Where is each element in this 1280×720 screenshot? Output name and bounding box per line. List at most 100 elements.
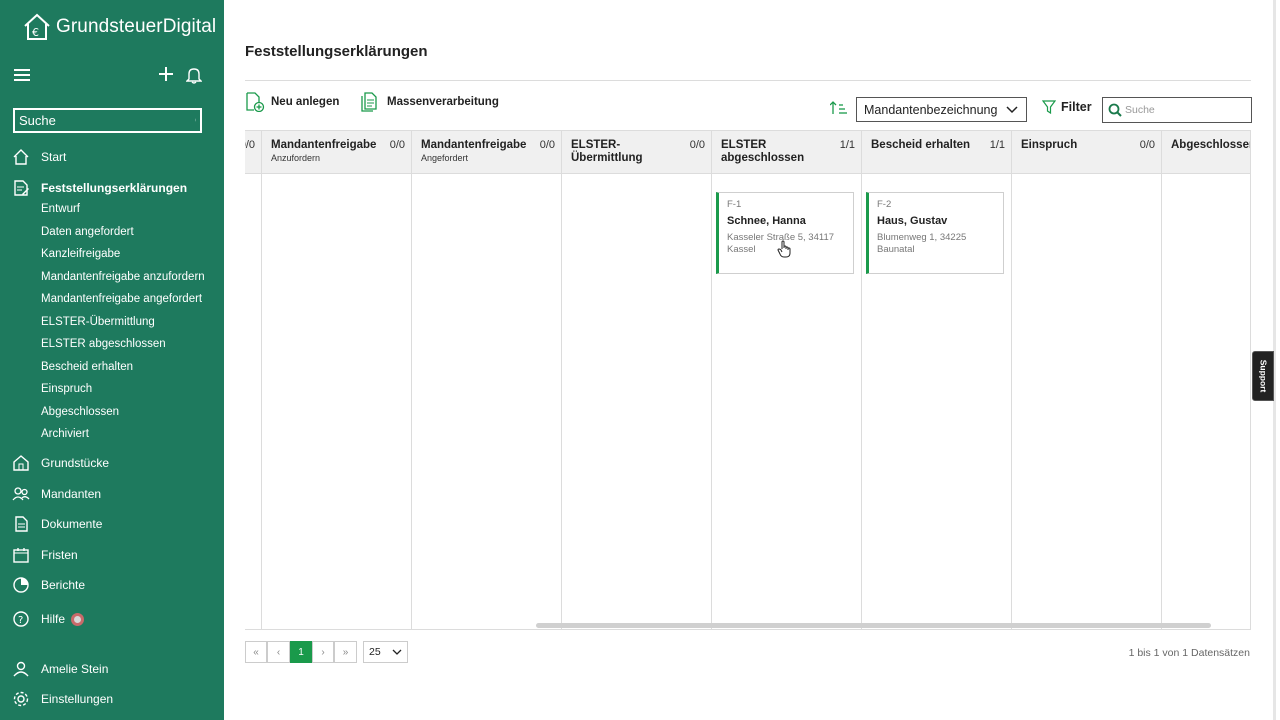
home-icon (12, 148, 30, 166)
column-count: 0/0 (539, 139, 555, 151)
nav-berichte[interactable]: Berichte (12, 576, 85, 594)
column-count: 1/1 (839, 139, 855, 151)
support-tab[interactable]: Support (1252, 351, 1274, 401)
search-icon[interactable] (1108, 103, 1122, 117)
records-summary: 1 bis 1 von 1 Datensätzen (1128, 647, 1250, 659)
bell-icon[interactable] (186, 66, 202, 84)
kanban-column: Bescheid erhalten 1/1 F-2 Haus, Gustav B… (861, 131, 1011, 629)
document-add-icon (246, 92, 265, 112)
nav-user[interactable]: Amelie Stein (12, 660, 108, 678)
column-count: 0/0 (245, 139, 255, 151)
kanban-column: Abgeschlossen (1161, 131, 1250, 629)
nav-start[interactable]: Start (12, 148, 66, 166)
kanban-column: ELSTER- Übermittlung 0/0 (561, 131, 711, 629)
column-header: Mandantenfreigabe Anzufordern 0/0 (262, 131, 411, 174)
column-header: Mandantenfreigabe Angefordert 0/0 (412, 131, 561, 174)
scrollbar-thumb[interactable] (536, 623, 1211, 628)
column-subtitle: Angefordert (421, 153, 469, 163)
column-title: Mandantenfreigabe (271, 139, 377, 151)
nav-start-label: Start (41, 150, 67, 164)
sidebar: € GrundsteuerDigital Start Feststellungs… (0, 0, 224, 720)
users-icon (12, 485, 30, 503)
card-address: Kasseler Straße 5, 34117 Kassel (727, 232, 835, 255)
column-header: Bescheid erhalten 1/1 (862, 131, 1011, 174)
app-logo[interactable]: € GrundsteuerDigital (22, 12, 216, 42)
next-page-button[interactable]: › (312, 641, 334, 663)
sidebar-toolbar (14, 66, 204, 88)
new-button-label: Neu anlegen (271, 96, 340, 108)
sub-item-elster-uebermittlung[interactable]: ELSTER-Übermittlung (41, 316, 155, 328)
column-title: Einspruch (1021, 139, 1078, 151)
sub-item-einspruch[interactable]: Einspruch (41, 383, 92, 395)
sidebar-search-input[interactable] (19, 113, 195, 128)
column-title: ELSTER- Übermittlung (571, 139, 643, 164)
sub-item-mandantenfreigabe-anzufordern[interactable]: Mandantenfreigabe anzufordern (41, 271, 205, 283)
kanban-column: Einspruch 0/0 (1011, 131, 1161, 629)
document-icon (12, 515, 30, 533)
first-page-button[interactable]: « (245, 641, 267, 663)
nav-einstellungen[interactable]: Einstellungen (12, 690, 113, 708)
page-title: Feststellungserklärungen (245, 43, 428, 60)
pie-chart-icon (12, 576, 30, 594)
column-header: 0/0 (245, 131, 261, 174)
nav-fristen[interactable]: Fristen (12, 546, 78, 564)
sub-item-abgeschlossen[interactable]: Abgeschlossen (41, 406, 119, 418)
prev-page-button[interactable]: ‹ (267, 641, 290, 663)
hilfe-badge-icon (71, 612, 85, 626)
filter-icon (1042, 100, 1056, 114)
plus-icon[interactable] (158, 66, 174, 82)
column-title: ELSTER abgeschlossen (721, 139, 805, 164)
menu-icon[interactable] (14, 69, 30, 81)
horizontal-scrollbar[interactable] (245, 622, 1251, 630)
chevron-down-icon (392, 649, 402, 655)
page-size-value: 25 (369, 646, 381, 658)
kanban-column: Mandantenfreigabe Anzufordern 0/0 (261, 131, 411, 629)
help-icon: ? (12, 610, 30, 628)
nav-grundstuecke[interactable]: Grundstücke (12, 454, 109, 472)
svg-text:?: ? (18, 615, 23, 626)
sort-ascending-icon[interactable] (830, 101, 848, 115)
nav-hilfe[interactable]: ? Hilfe (12, 610, 85, 628)
nav-mandanten[interactable]: Mandanten (12, 485, 101, 503)
declaration-card[interactable]: F-2 Haus, Gustav Blumenweg 1, 34225 Baun… (866, 192, 1004, 274)
search-icon[interactable] (195, 114, 196, 128)
nav-hilfe-label: Hilfe (41, 612, 66, 626)
sub-item-mandantenfreigabe-angefordert[interactable]: Mandantenfreigabe angefordert (41, 293, 202, 305)
nav-feststellungen-label: Feststellungserklärungen (41, 181, 188, 195)
nav-dokumente-label: Dokumente (41, 517, 103, 531)
document-edit-icon (12, 179, 30, 197)
nav-user-label: Amelie Stein (41, 662, 109, 676)
kanban-column: ELSTER abgeschlossen 1/1 F-1 Schnee, Han… (711, 131, 861, 629)
sub-item-kanzleifreigabe[interactable]: Kanzleifreigabe (41, 248, 120, 260)
sub-item-daten-angefordert[interactable]: Daten angefordert (41, 226, 134, 238)
new-button[interactable]: Neu anlegen (245, 92, 339, 112)
board-search (1102, 97, 1252, 123)
column-count: 1/1 (989, 139, 1005, 151)
bulk-processing-button[interactable]: Massenverarbeitung (361, 92, 499, 112)
chevron-down-icon (1006, 105, 1018, 113)
card-id: F-2 (877, 199, 892, 210)
hand-cursor-icon (777, 240, 791, 258)
filter-button[interactable]: Filter (1042, 100, 1092, 114)
declaration-card[interactable]: F-1 Schnee, Hanna Kasseler Straße 5, 341… (716, 192, 854, 274)
current-page-button[interactable]: 1 (290, 641, 312, 663)
app-name: GrundsteuerDigital (56, 16, 217, 37)
page-size-select[interactable]: 25 (363, 641, 408, 663)
sub-item-archiviert[interactable]: Archiviert (41, 428, 89, 440)
column-title: Mandantenfreigabe (421, 139, 527, 151)
sub-item-entwurf[interactable]: Entwurf (41, 203, 80, 215)
column-count: 0/0 (689, 139, 705, 151)
sub-item-bescheid-erhalten[interactable]: Bescheid erhalten (41, 361, 133, 373)
column-header: Abgeschlossen (1162, 131, 1250, 174)
nav-dokumente[interactable]: Dokumente (12, 515, 102, 533)
column-subtitle: Anzufordern (271, 153, 321, 163)
last-page-button[interactable]: » (334, 641, 357, 663)
sub-item-elster-abgeschlossen[interactable]: ELSTER abgeschlossen (41, 338, 166, 350)
sidebar-search (13, 108, 202, 133)
sort-select[interactable]: Mandantenbezeichnung (856, 97, 1027, 122)
nav-feststellungen[interactable]: Feststellungserklärungen (12, 179, 187, 197)
card-name: Schnee, Hanna (727, 215, 806, 227)
user-icon (12, 660, 30, 678)
gear-icon (12, 690, 30, 708)
board-search-input[interactable] (1125, 104, 1246, 116)
